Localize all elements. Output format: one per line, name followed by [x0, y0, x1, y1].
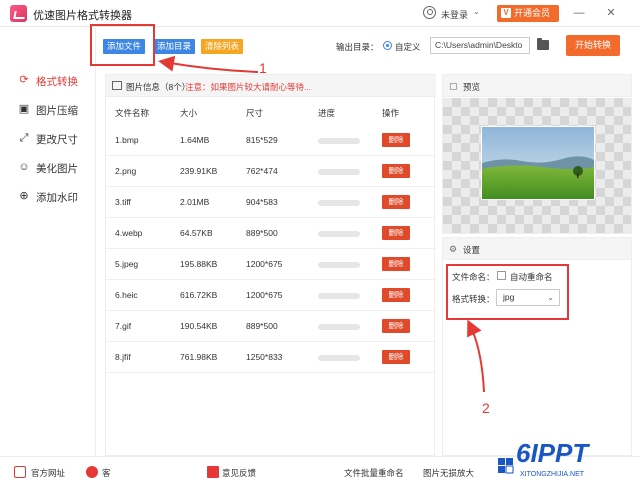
feedback-link[interactable]: 意见反馈 — [222, 467, 256, 479]
annotation-arrows — [158, 55, 485, 393]
annotation-number-2: 2 — [482, 400, 490, 416]
batch-rename-link[interactable]: 文件批量重命名 — [344, 467, 404, 479]
lossless-enlarge-link[interactable]: 图片无损放大 — [423, 467, 474, 479]
watermark-url: XITONGZHIJIA.NET — [520, 471, 585, 478]
website-icon — [14, 466, 26, 478]
support-icon — [86, 466, 98, 478]
arrow-1 — [158, 55, 259, 73]
support-link[interactable]: 客 — [102, 467, 111, 479]
feedback-icon — [207, 466, 219, 478]
website-link[interactable]: 官方网址 — [31, 467, 65, 479]
arrow-2 — [467, 319, 485, 393]
annotation-number-1: 1 — [259, 60, 267, 76]
watermark-brand: 6IPPT — [516, 438, 590, 468]
watermark-logo: 6IPPT XITONGZHIJIA.NET — [498, 438, 590, 478]
